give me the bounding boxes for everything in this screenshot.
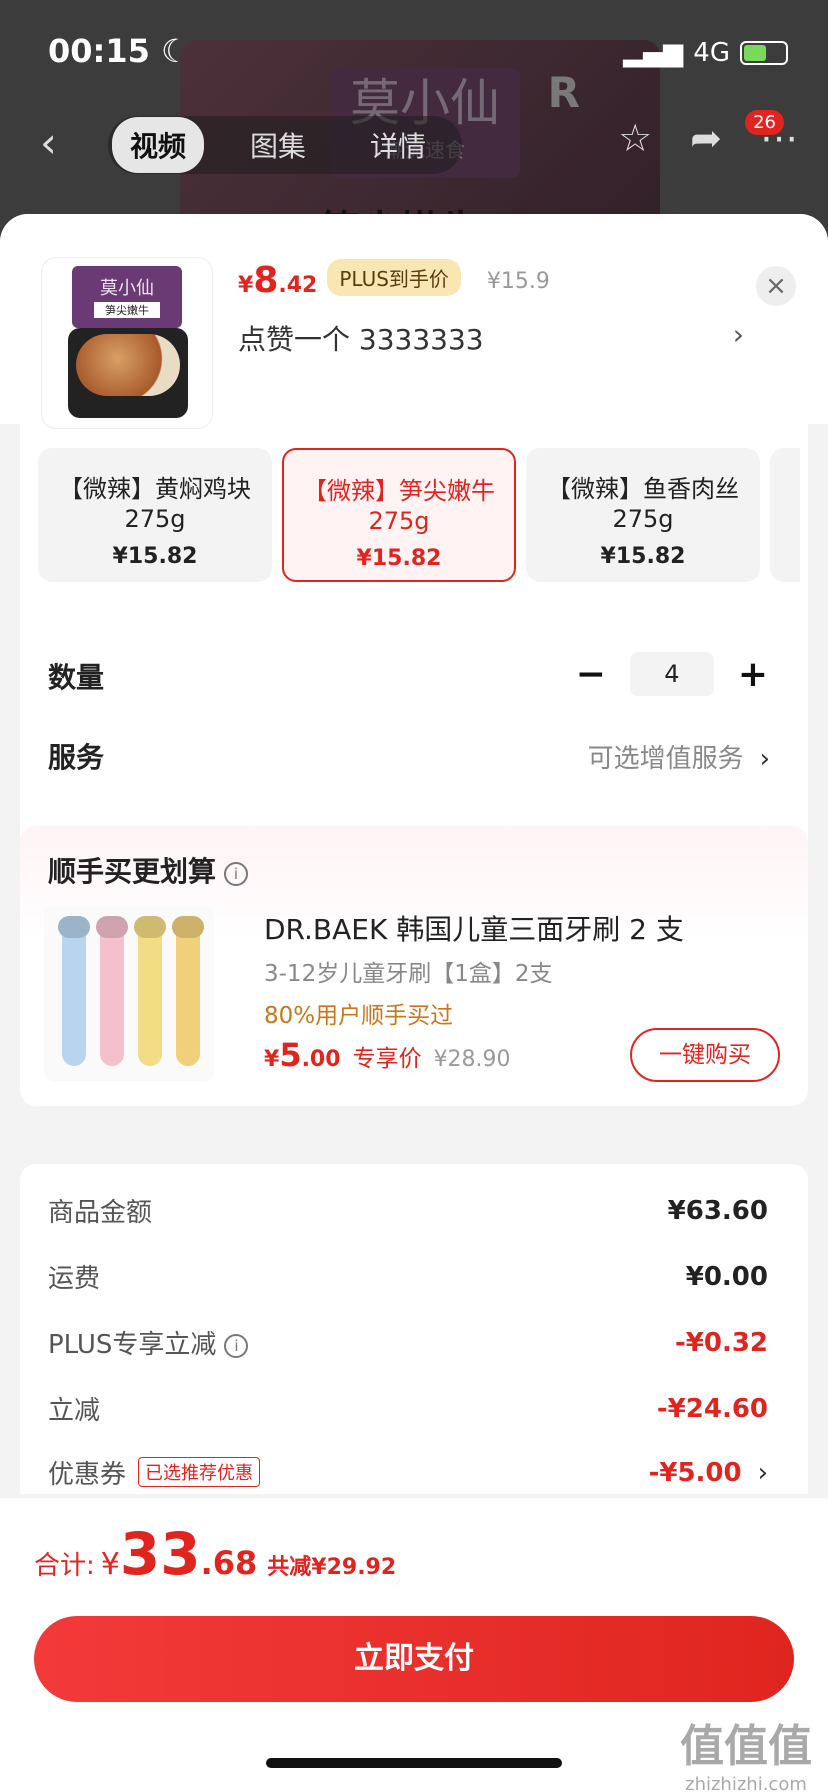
nav-actions: ☆ ➦ ⋯ 26 [618,110,798,160]
price-row: ¥8.42 PLUS到手价 ¥15.9 [238,259,550,302]
quantity-input[interactable]: 4 [629,652,714,696]
one-click-buy-button[interactable]: 一键购买 [630,1028,780,1082]
spec-option[interactable]: 【微辣】黄焖鸡块 275g ¥15.82 [38,448,272,582]
chevron-right-icon[interactable]: › [733,318,744,351]
plus-price: ¥8.42 [238,260,318,301]
spec-option-selected[interactable]: 【微辣】笋尖嫩牛 275g ¥15.82 [282,448,516,582]
total-amount: 合计: ¥ 33 .68 共减¥29.92 [34,1520,397,1588]
coupon-row[interactable]: 优惠券 已选推荐优惠 -¥5.00 › [48,1454,768,1491]
favorite-star-icon[interactable]: ☆ [618,116,652,160]
addon-price: ¥5.00 [264,1036,341,1074]
info-icon[interactable]: i [224,1334,249,1358]
plus-button[interactable]: + [738,654,768,695]
tab-video[interactable]: 视频 [112,117,205,173]
chevron-right-icon: › [757,1457,768,1488]
addon-card: 顺手买更划算 i DR.BAEK 韩国儿童三面牙刷 2 支 3-12岁儿童牙刷【1… [20,826,808,1106]
signal-icon: ▂▄▆ [623,38,684,68]
status-icons: ▂▄▆ 4G [623,38,788,68]
message-badge: 26 [745,110,784,135]
watermark: 值值值 zhizhizhi.com [680,1721,812,1792]
status-time: 00:15 ☾ [48,32,190,70]
product-thumbnail: 莫小仙 笋尖嫩牛 [42,258,212,428]
back-icon[interactable]: ‹ [40,118,57,167]
purchase-sheet: 莫小仙 笋尖嫩牛 ¥8.42 PLUS到手价 ¥15.9 × 点赞一个 33333… [0,214,828,1792]
chevron-right-icon: › [759,744,770,774]
addon-title: 顺手买更划算 i [48,850,249,890]
tab-details[interactable]: 详情 [352,117,444,173]
fee-row: PLUS专享立减 i -¥0.32 [48,1327,768,1361]
spec-option[interactable]: 【微辣】鱼香肉丝 275g ¥15.82 [526,448,760,582]
plus-price-tag: PLUS到手价 [327,259,461,296]
info-icon[interactable]: i [224,862,249,886]
pay-now-button[interactable]: 立即支付 [34,1616,794,1702]
addon-product-spec: 3-12岁儿童牙刷【1盒】2支 [264,961,553,987]
addon-price-row: ¥5.00 专享价 ¥28.90 [264,1036,511,1074]
addon-product-name[interactable]: DR.BAEK 韩国儿童三面牙刷 2 支 [264,908,684,948]
sheet-header: 莫小仙 笋尖嫩牛 ¥8.42 PLUS到手价 ¥15.9 × 点赞一个 33333… [0,214,828,428]
coupon-tag: 已选推荐优惠 [138,1457,261,1487]
toothbrush-image [44,906,214,1082]
fee-row: 商品金额 ¥63.60 [48,1195,768,1229]
selected-spec[interactable]: 点赞一个 3333333 [238,318,484,358]
minus-button[interactable]: − [576,654,606,695]
battery-icon [740,41,788,65]
service-label: 服务 [48,741,105,774]
nav-tabs: 视频 图集 详情 [108,116,463,174]
spec-list: 【微辣】黄焖鸡块 275g ¥15.82 【微辣】笋尖嫩牛 275g ¥15.8… [38,448,800,582]
addon-price-tag: 专享价 [352,1046,422,1072]
original-price: ¥15.9 [486,269,550,294]
service-selector[interactable]: 可选增值服务 › [588,738,770,775]
addon-original-price: ¥28.90 [433,1047,511,1072]
quantity-stepper: − 4 + [576,652,768,696]
quantity-label: 数量 [48,661,105,694]
fee-row: 立减 -¥24.60 [48,1393,768,1427]
tab-gallery[interactable]: 图集 [232,117,324,173]
total-saved: 共减¥29.92 [267,1555,397,1580]
product-nav: ‹ 视频 图集 详情 ☆ ➦ ⋯ 26 [0,110,828,180]
fee-row: 运费 ¥0.00 [48,1261,768,1295]
status-bar: 00:15 ☾ ▂▄▆ 4G [0,0,828,100]
addon-note: 80%用户顺手买过 [264,1003,454,1029]
moon-icon: ☾ [161,32,190,70]
network-type: 4G [693,38,730,68]
spec-option-partial[interactable] [770,448,800,582]
home-indicator [266,1758,562,1768]
share-icon[interactable]: ➦ [690,116,722,160]
close-button[interactable]: × [756,266,796,306]
fee-summary-card: 商品金额 ¥63.60 运费 ¥0.00 PLUS专享立减 i -¥0.32 立减 -¥2… [20,1164,808,1494]
